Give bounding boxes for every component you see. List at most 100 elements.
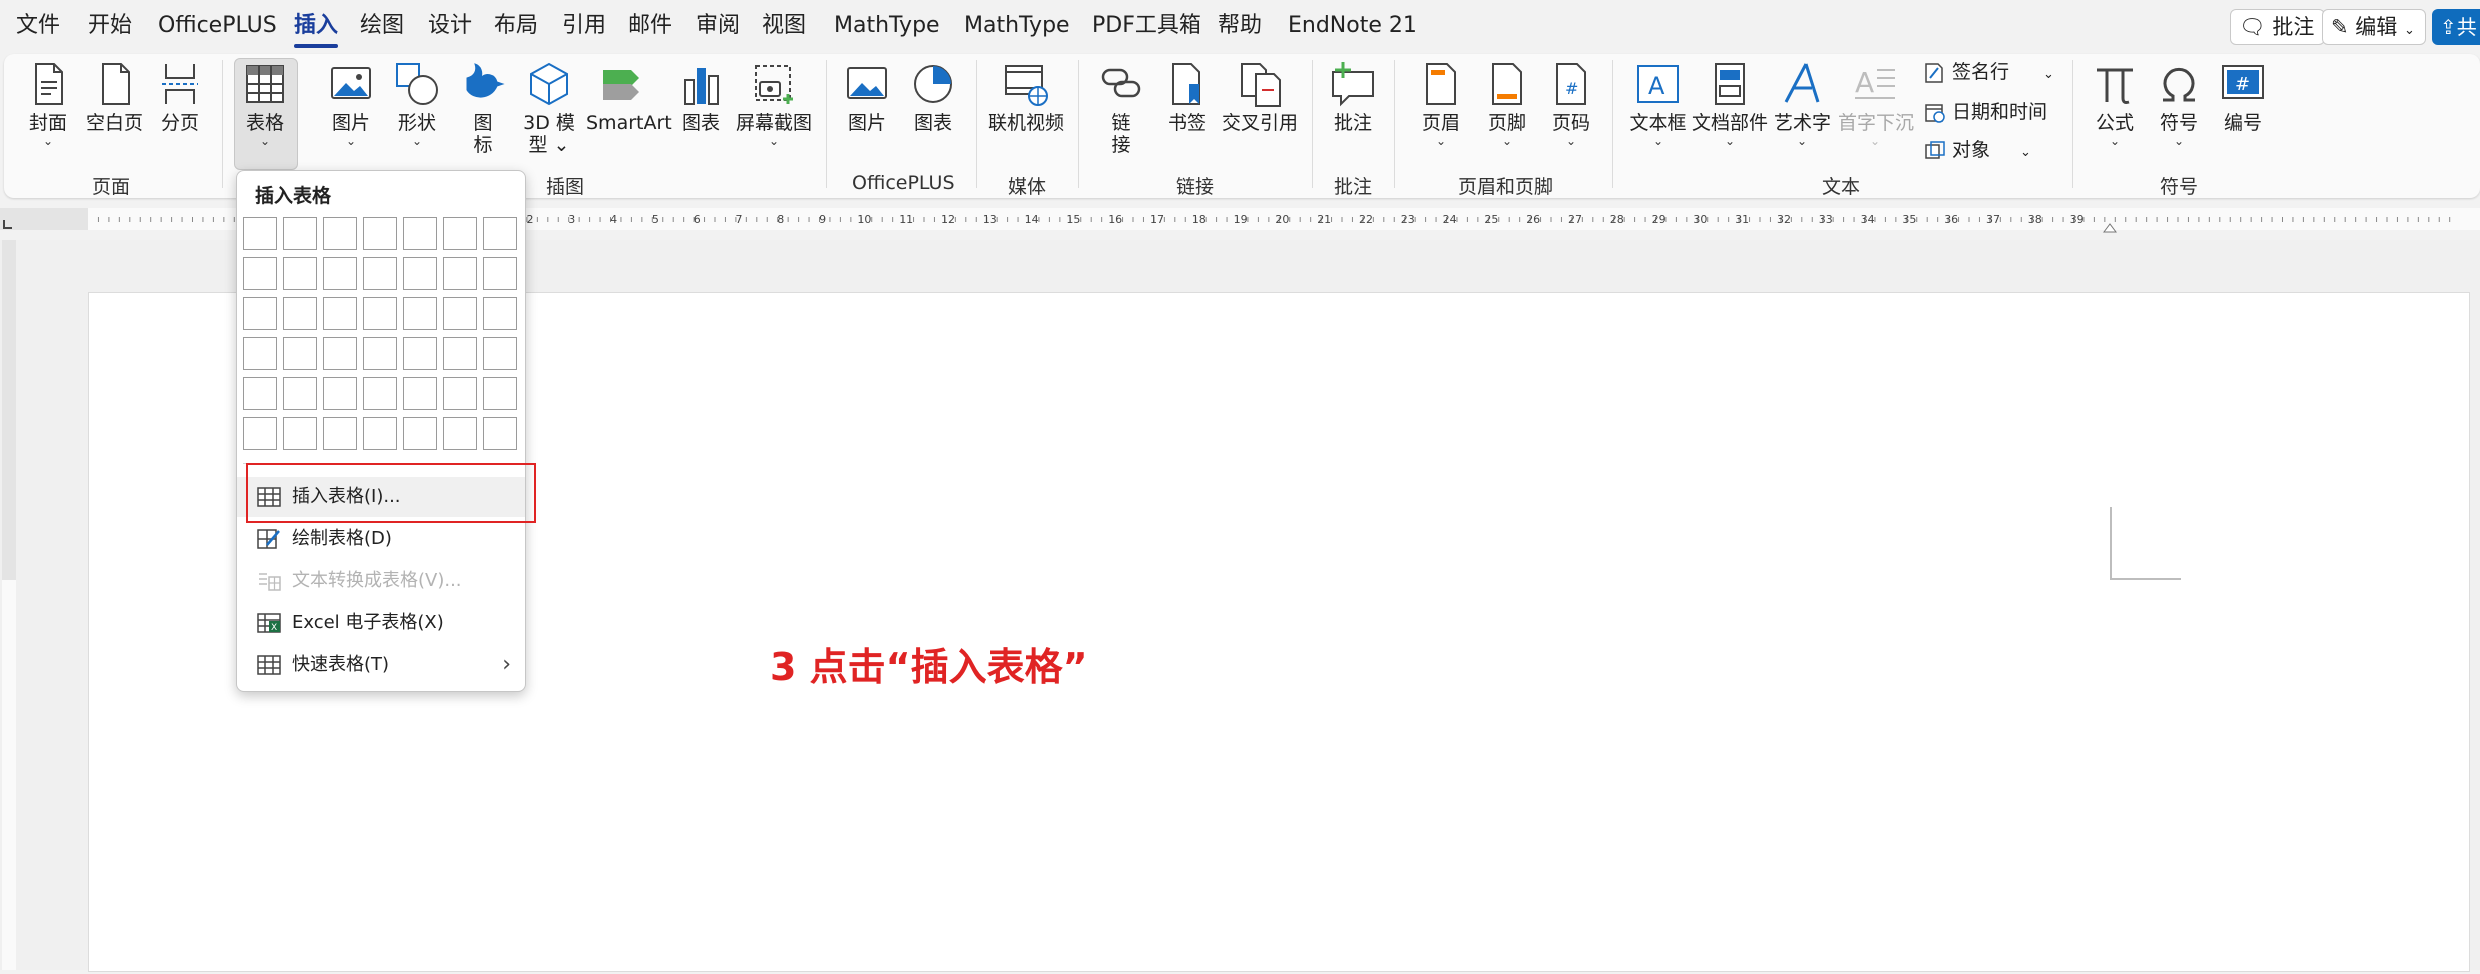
table-grid-cell[interactable] [283, 377, 317, 410]
screenshot-button[interactable]: 屏幕截图 ⌄ [736, 60, 812, 148]
equation-button[interactable]: 公式 ⌄ [2090, 60, 2140, 148]
table-grid-cell[interactable] [443, 217, 477, 250]
quick-parts-button[interactable]: 文档部件 ⌄ [1692, 60, 1768, 148]
table-grid-cell[interactable] [363, 257, 397, 290]
table-grid-cell[interactable] [363, 297, 397, 330]
menu-view[interactable]: 视图 [758, 8, 810, 44]
object-button[interactable]: 对象 ⌄ [1924, 134, 2031, 166]
wordart-button[interactable]: 艺术字 ⌄ [1774, 60, 1831, 148]
table-grid-cell[interactable] [483, 217, 517, 250]
table-button[interactable]: 表格 ⌄ [240, 60, 290, 148]
share-button[interactable]: ⇪共 [2432, 9, 2480, 45]
table-grid-cell[interactable] [483, 257, 517, 290]
table-grid-cell[interactable] [323, 337, 357, 370]
chart-button[interactable]: 图表 [676, 60, 726, 134]
menu-design[interactable]: 设计 [424, 8, 476, 44]
table-grid-cell[interactable] [323, 417, 357, 450]
number-button[interactable]: # 编号 [2218, 60, 2268, 134]
table-grid-cell[interactable] [363, 417, 397, 450]
menu-endnote[interactable]: EndNote 21 [1284, 8, 1421, 44]
link-button[interactable]: 链接 [1096, 60, 1146, 156]
blank-page-button[interactable]: 空白页 [86, 60, 143, 134]
table-grid-cell[interactable] [283, 297, 317, 330]
table-grid-cell[interactable] [443, 337, 477, 370]
table-grid-cell[interactable] [243, 417, 277, 450]
bookmark-button[interactable]: 书签 [1162, 60, 1212, 134]
new-comment-button[interactable]: 批注 [1328, 60, 1378, 134]
table-grid-cell[interactable] [443, 297, 477, 330]
table-grid-cell[interactable] [443, 377, 477, 410]
table-grid-cell[interactable] [483, 417, 517, 450]
draw-table-menu-item[interactable]: 绘制表格(D) [237, 519, 525, 559]
smartart-button[interactable]: SmartArt [586, 60, 672, 134]
table-grid-cell[interactable] [243, 257, 277, 290]
menu-mathtype-2[interactable]: MathType [960, 8, 1074, 44]
table-grid-cell[interactable] [283, 217, 317, 250]
shapes-button[interactable]: 形状 ⌄ [392, 60, 442, 148]
table-grid-cell[interactable] [323, 377, 357, 410]
table-grid-cell[interactable] [443, 257, 477, 290]
header-button[interactable]: 页眉 ⌄ [1416, 60, 1466, 148]
menu-layout[interactable]: 布局 [490, 8, 542, 44]
table-grid-cell[interactable] [323, 257, 357, 290]
page-number-button[interactable]: # 页码 ⌄ [1546, 60, 1596, 148]
table-grid-cell[interactable] [323, 297, 357, 330]
menu-insert[interactable]: 插入 [290, 8, 342, 48]
officeplus-chart-button[interactable]: 图表 [908, 60, 958, 134]
officeplus-picture-button[interactable]: 图片 [842, 60, 892, 134]
table-grid-cell[interactable] [403, 297, 437, 330]
cover-page-button[interactable]: 封面 ⌄ [24, 60, 72, 148]
table-grid-cell[interactable] [243, 217, 277, 250]
menu-mailings[interactable]: 邮件 [624, 8, 676, 44]
menu-references[interactable]: 引用 [558, 8, 610, 44]
table-grid-cell[interactable] [403, 377, 437, 410]
online-video-button[interactable]: 联机视频 [988, 60, 1064, 134]
menu-review[interactable]: 审阅 [692, 8, 744, 44]
excel-spreadsheet-menu-item[interactable]: X Excel 电子表格(X) [237, 603, 525, 643]
signature-line-button[interactable]: 签名行 ⌄ [1924, 56, 2054, 88]
menu-draw[interactable]: 绘图 [356, 8, 408, 44]
menu-pdf-tools[interactable]: PDF工具箱 [1088, 8, 1205, 44]
table-grid-cell[interactable] [403, 217, 437, 250]
menu-officeplus[interactable]: OfficePLUS [154, 8, 281, 44]
table-grid-cell[interactable] [483, 337, 517, 370]
quick-tables-menu-item[interactable]: 快速表格(T) › [237, 645, 525, 685]
table-grid-cell[interactable] [243, 337, 277, 370]
menu-help[interactable]: 帮助 [1214, 8, 1266, 44]
editing-button[interactable]: ✎ 编辑 ⌄ [2322, 9, 2426, 45]
table-grid-cell[interactable] [403, 337, 437, 370]
table-grid-cell[interactable] [323, 217, 357, 250]
date-time-button[interactable]: 日期和时间 [1924, 96, 2047, 128]
table-grid-cell[interactable] [403, 257, 437, 290]
table-grid-cell[interactable] [363, 217, 397, 250]
convert-text-to-table-menu-item[interactable]: 文本转换成表格(V)... [237, 561, 525, 601]
table-icon [246, 65, 284, 103]
menu-file[interactable]: 文件 [12, 8, 64, 44]
drop-cap-button[interactable]: A 首字下沉 ⌄ [1838, 60, 1914, 148]
table-grid-cell[interactable] [283, 337, 317, 370]
table-grid-cell[interactable] [483, 297, 517, 330]
table-grid-cell[interactable] [363, 337, 397, 370]
table-grid-cell[interactable] [363, 377, 397, 410]
page-break-button[interactable]: 分页 [156, 60, 204, 134]
vertical-ruler[interactable] [0, 240, 20, 970]
group-label-illustrations: 插图 [546, 176, 585, 198]
menu-home[interactable]: 开始 [84, 8, 136, 44]
symbol-button[interactable]: 符号 ⌄ [2154, 60, 2204, 148]
table-grid-cell[interactable] [403, 417, 437, 450]
textbox-button[interactable]: A 文本框 ⌄ [1628, 60, 1688, 148]
menu-mathtype-1[interactable]: MathType [830, 8, 944, 44]
table-grid-cell[interactable] [283, 417, 317, 450]
ruler-number: 24 [1443, 213, 1457, 226]
footer-button[interactable]: 页脚 ⌄ [1482, 60, 1532, 148]
3d-models-button[interactable]: 3D 模型 ⌄ [520, 60, 578, 156]
icons-button[interactable]: 图标 [458, 60, 508, 156]
table-grid-cell[interactable] [483, 377, 517, 410]
table-grid-cell[interactable] [443, 417, 477, 450]
table-grid-cell[interactable] [243, 377, 277, 410]
comments-button[interactable]: 🗨 批注 [2230, 9, 2326, 45]
cross-reference-button[interactable]: 交叉引用 [1222, 60, 1298, 134]
table-grid-cell[interactable] [243, 297, 277, 330]
picture-button[interactable]: 图片 ⌄ [326, 60, 376, 148]
table-grid-cell[interactable] [283, 257, 317, 290]
